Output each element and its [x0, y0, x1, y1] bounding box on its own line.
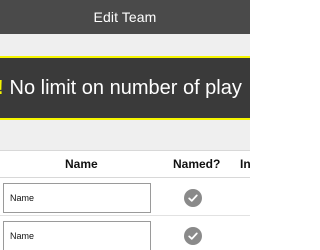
edit-team-screen: Edit Team W! No limit on number of play …: [0, 0, 250, 250]
promo-new-label: W!: [0, 77, 4, 100]
column-header-name: Name: [65, 157, 98, 171]
promo-banner: W! No limit on number of play: [0, 56, 250, 120]
page-title: Edit Team: [93, 9, 157, 25]
column-header-in: In: [240, 157, 250, 171]
player-name-input[interactable]: [3, 183, 151, 213]
banner-spacer: [0, 120, 250, 150]
column-header-named: Named?: [173, 157, 221, 171]
title-bar: Edit Team: [0, 0, 250, 34]
top-spacer: [0, 34, 250, 56]
promo-message: No limit on number of play: [9, 76, 242, 99]
checkmark-icon[interactable]: [184, 189, 202, 207]
table-row: [0, 216, 250, 250]
checkmark-icon[interactable]: [184, 227, 202, 245]
table-row: [0, 178, 250, 216]
player-name-input[interactable]: [3, 221, 151, 250]
table-header: Name Named? In: [0, 150, 250, 178]
